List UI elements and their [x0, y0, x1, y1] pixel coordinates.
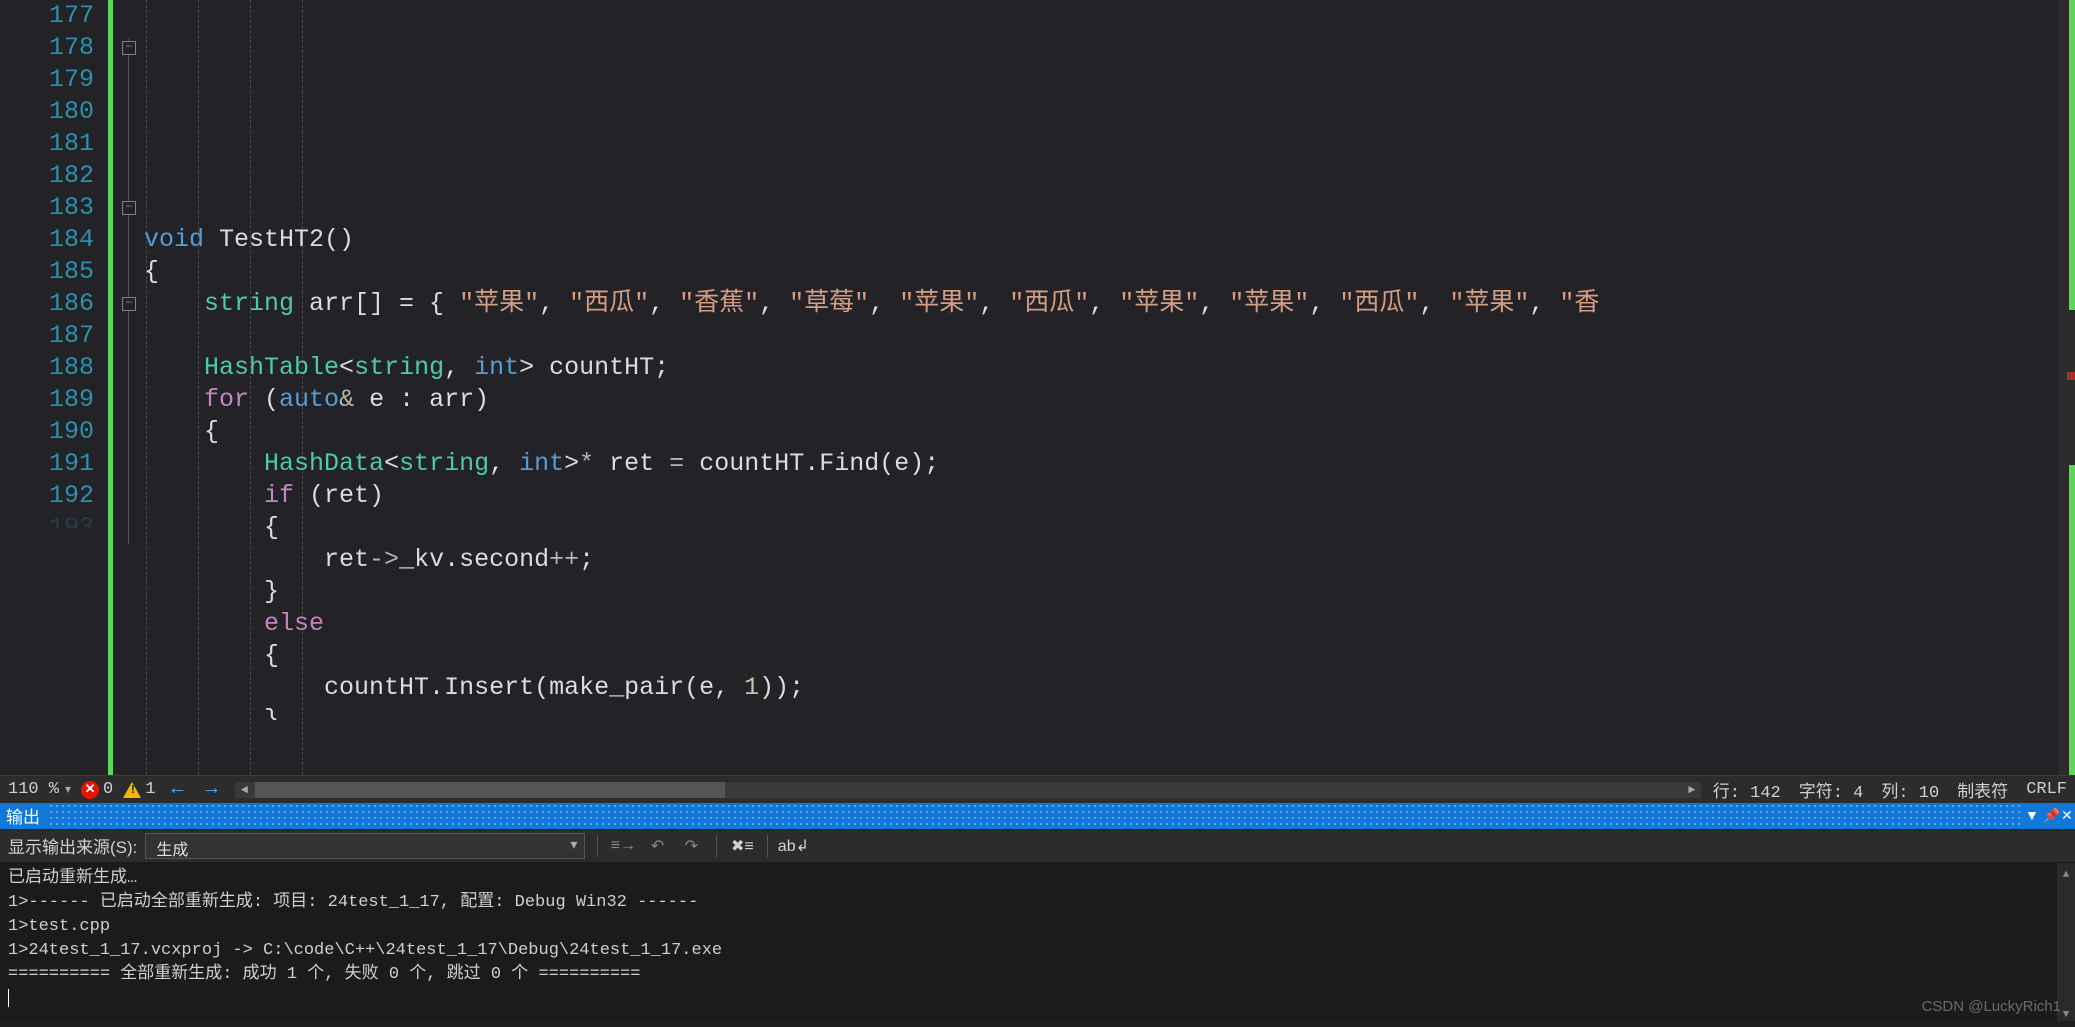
output-source-select[interactable]: 生成: [145, 833, 585, 859]
code-line[interactable]: {: [142, 512, 2075, 544]
horizontal-scrollbar[interactable]: ◄ ►: [235, 782, 1700, 798]
fold-column[interactable]: − − −: [122, 0, 142, 775]
indent-mode-label: 制表符: [1957, 777, 2008, 803]
warning-count: 1: [145, 780, 155, 799]
cursor-col-label: 列: 10: [1881, 777, 1939, 803]
change-marker-strip: [108, 0, 122, 775]
fold-toggle[interactable]: −: [122, 297, 136, 311]
line-number: 177: [0, 0, 94, 32]
error-count: 0: [103, 780, 113, 799]
output-panel-header[interactable]: 输出 ▼ 📌 ✕: [0, 803, 2075, 829]
output-line: 1>test.cpp: [8, 915, 2067, 939]
output-caret-line: [8, 987, 2067, 1011]
code-line[interactable]: }: [142, 704, 2075, 720]
chevron-down-icon: ▾: [65, 782, 71, 797]
clear-all-icon[interactable]: ✖≡: [729, 834, 755, 858]
cursor-char-label: 字符: 4: [1799, 777, 1864, 803]
nav-forward-button[interactable]: →: [199, 778, 223, 801]
line-number: 184: [0, 224, 94, 256]
scroll-left-icon[interactable]: ◄: [235, 782, 253, 798]
line-number: 180: [0, 96, 94, 128]
warning-indicator[interactable]: 1: [123, 780, 155, 799]
line-number: 179: [0, 64, 94, 96]
code-line[interactable]: }: [142, 576, 2075, 608]
code-line[interactable]: [142, 320, 2075, 352]
code-line[interactable]: HashTable<string, int> countHT;: [142, 352, 2075, 384]
editor-status-bar: 110 % ▾ ✕ 0 1 ← → ◄ ► 行: 142 字符: 4 列: 10…: [0, 775, 2075, 803]
code-content[interactable]: void TestHT2(){ string arr[] = { "苹果", "…: [142, 0, 2075, 775]
output-line: 1>24test_1_17.vcxproj -> C:\code\C++\24t…: [8, 939, 2067, 963]
output-panel-title: 输出: [6, 803, 40, 828]
zoom-dropdown[interactable]: 110 % ▾: [8, 780, 71, 799]
line-number: 191: [0, 448, 94, 480]
line-number: 192: [0, 480, 94, 512]
prev-message-icon[interactable]: ↶: [644, 834, 670, 858]
line-number: 182: [0, 160, 94, 192]
line-number: 188: [0, 352, 94, 384]
panel-dropdown-icon[interactable]: ▼: [2021, 807, 2039, 823]
line-number: 183: [0, 192, 94, 224]
code-line[interactable]: [142, 192, 2075, 224]
eol-label: CRLF: [2026, 780, 2067, 799]
toggle-wrap-icon[interactable]: ab↲: [780, 834, 806, 858]
code-line[interactable]: else: [142, 608, 2075, 640]
output-source-value: 生成: [156, 842, 188, 859]
scrollbar-thumb[interactable]: [255, 782, 725, 798]
fold-toggle[interactable]: −: [122, 201, 136, 215]
output-line: 已启动重新生成…: [8, 867, 2067, 891]
output-text-area[interactable]: ▲ ▼ 已启动重新生成…1>------ 已启动全部重新生成: 项目: 24te…: [0, 863, 2075, 1021]
code-line[interactable]: ret->_kv.second++;: [142, 544, 2075, 576]
line-number: 185: [0, 256, 94, 288]
output-line: 1>------ 已启动全部重新生成: 项目: 24test_1_17, 配置:…: [8, 891, 2067, 915]
line-number: 181: [0, 128, 94, 160]
zoom-value: 110 %: [8, 780, 59, 799]
output-vertical-scrollbar[interactable]: ▲ ▼: [2057, 863, 2075, 1021]
code-editor[interactable]: 1771781791801811821831841851861871881891…: [0, 0, 2075, 775]
pin-icon[interactable]: 📌: [2039, 807, 2057, 824]
scroll-right-icon[interactable]: ►: [1683, 782, 1701, 798]
code-line[interactable]: countHT.Insert(make_pair(e, 1));: [142, 672, 2075, 704]
output-source-label: 显示输出来源(S):: [8, 833, 137, 858]
next-message-icon[interactable]: ↷: [678, 834, 704, 858]
overview-ruler[interactable]: [2059, 0, 2075, 775]
line-number: 193: [0, 512, 94, 528]
scroll-up-icon[interactable]: ▲: [2057, 863, 2075, 881]
code-line[interactable]: {: [142, 640, 2075, 672]
output-line: ========== 全部重新生成: 成功 1 个, 失败 0 个, 跳过 0 …: [8, 963, 2067, 987]
code-line[interactable]: {: [142, 416, 2075, 448]
code-line[interactable]: for (auto& e : arr): [142, 384, 2075, 416]
close-icon[interactable]: ✕: [2057, 807, 2075, 824]
scroll-down-icon[interactable]: ▼: [2057, 1003, 2075, 1021]
code-line[interactable]: void TestHT2(): [142, 224, 2075, 256]
line-number-gutter: 1771781791801811821831841851861871881891…: [0, 0, 108, 775]
cursor-line-label: 行: 142: [1713, 777, 1781, 803]
code-line[interactable]: string arr[] = { "苹果", "西瓜", "香蕉", "草莓",…: [142, 288, 2075, 320]
line-number: 186: [0, 288, 94, 320]
line-number: 189: [0, 384, 94, 416]
code-line[interactable]: HashData<string, int>* ret = countHT.Fin…: [142, 448, 2075, 480]
nav-back-button[interactable]: ←: [165, 778, 189, 801]
warning-icon: [123, 782, 141, 798]
code-line[interactable]: if (ret): [142, 480, 2075, 512]
line-number: 190: [0, 416, 94, 448]
error-icon: ✕: [81, 781, 99, 799]
line-number: 187: [0, 320, 94, 352]
panel-drag-handle[interactable]: [48, 803, 2021, 827]
goto-message-icon[interactable]: ≡→: [610, 834, 636, 858]
error-indicator[interactable]: ✕ 0: [81, 780, 113, 799]
fold-toggle[interactable]: −: [122, 41, 136, 55]
output-toolbar: 显示输出来源(S): 生成 ≡→ ↶ ↷ ✖≡ ab↲: [0, 829, 2075, 863]
line-number: 178: [0, 32, 94, 64]
code-line[interactable]: {: [142, 256, 2075, 288]
